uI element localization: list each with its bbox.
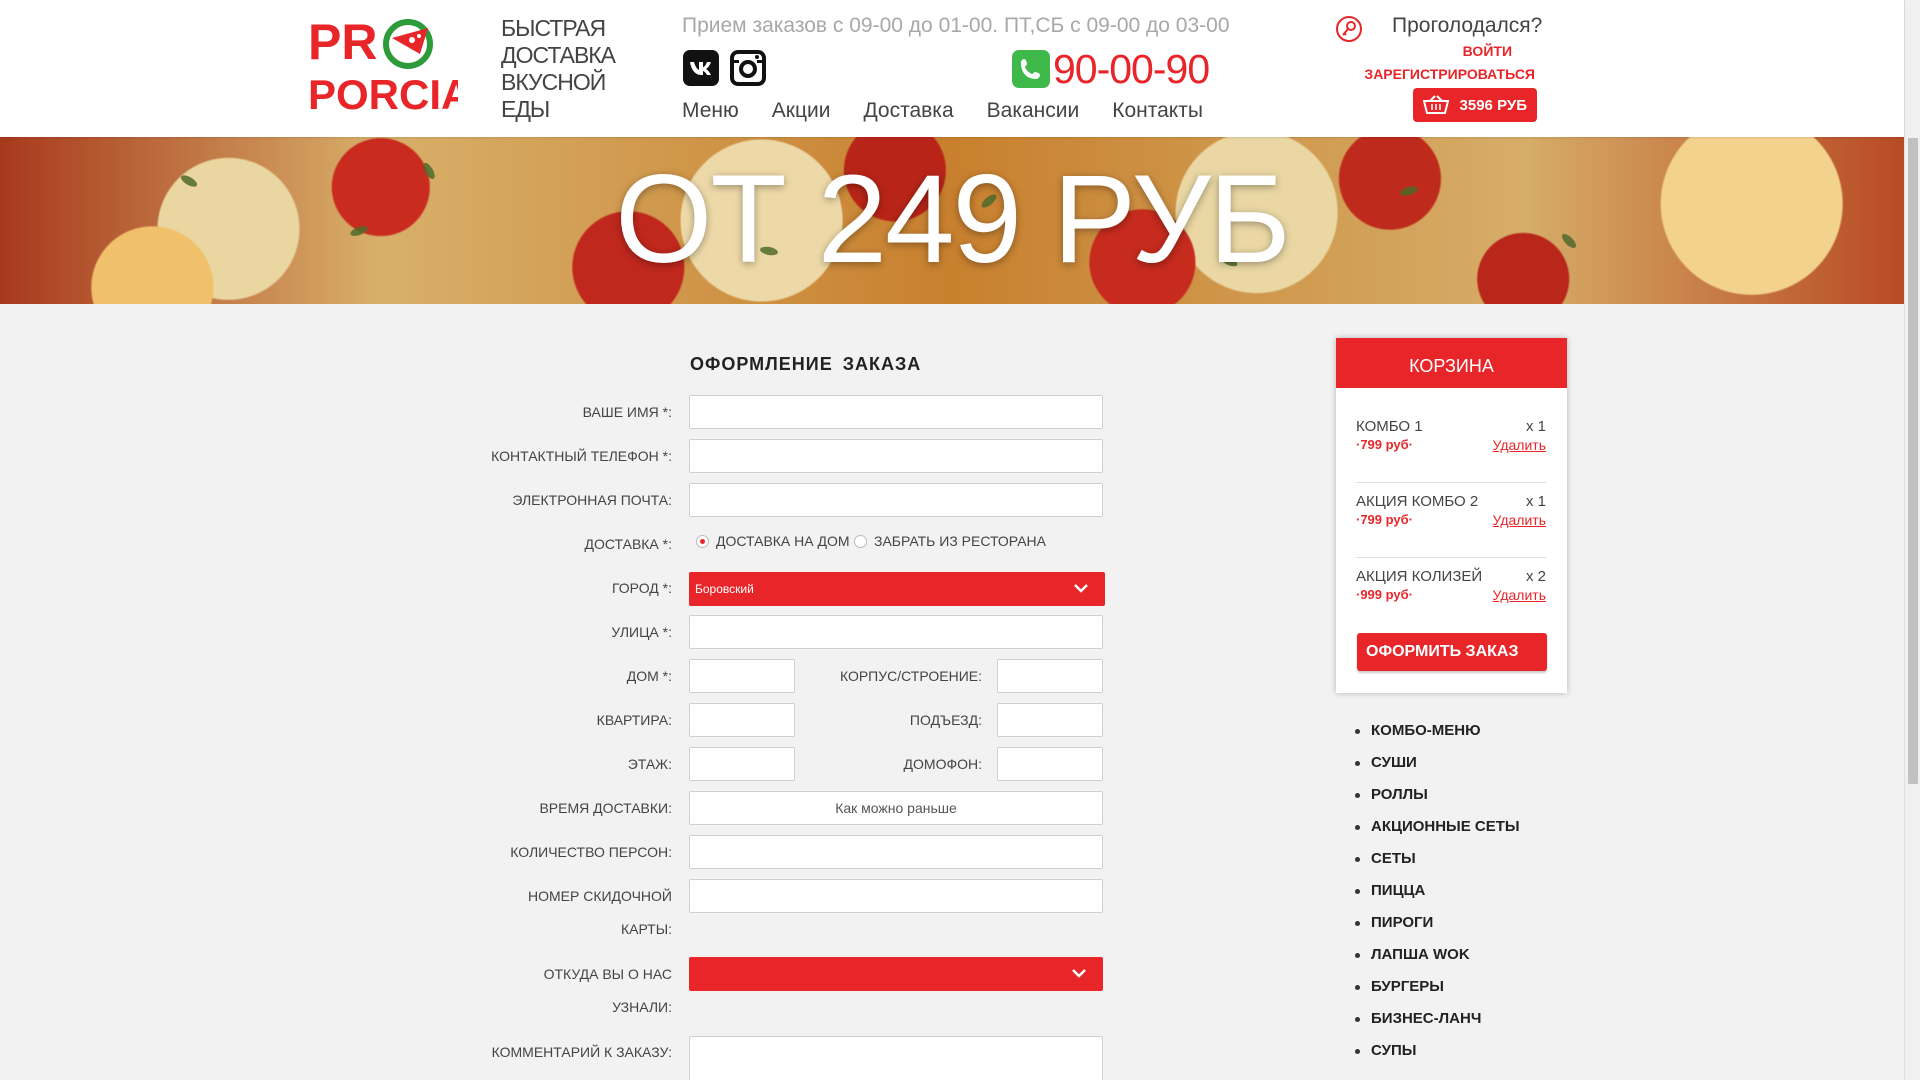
cart-item-remove-link[interactable]: Удалить — [1493, 512, 1546, 528]
building-label: КОРПУС/СТРОЕНИЕ: — [839, 668, 982, 684]
vk-icon[interactable] — [683, 50, 719, 86]
apartment-input[interactable] — [689, 703, 795, 737]
main-nav: Меню Акции Доставка Вакансии Контакты — [682, 99, 1236, 123]
persons-label: КОЛИЧЕСТВО ПЕРСОН: — [510, 844, 672, 860]
comment-label: КОММЕНТАРИЙ К ЗАКАЗУ: — [491, 1044, 672, 1060]
floor-label: ЭТАЖ: — [627, 756, 672, 772]
house-label: ДОМ *: — [626, 668, 672, 684]
delivery-time-input[interactable]: Как можно раньше — [689, 791, 1103, 825]
working-hours: Прием заказов с 09-00 до 01-00. ПТ,СБ с … — [682, 14, 1230, 37]
cart-item-price: ·799 руб· — [1356, 437, 1413, 452]
source-label-line2: УЗНАЛИ: — [612, 999, 672, 1015]
cart-item-remove-link[interactable]: Удалить — [1493, 437, 1546, 453]
scrollbar[interactable] — [1904, 0, 1920, 1080]
checkout-button[interactable]: ОФОРМИТЬ ЗАКАЗ — [1357, 633, 1547, 671]
svg-text:PORCIA: PORCIA — [308, 71, 458, 114]
nav-item-delivery[interactable]: Доставка — [863, 99, 953, 123]
logo[interactable]: PR PORCIA — [308, 14, 471, 118]
intercom-input[interactable] — [997, 747, 1103, 781]
street-input[interactable] — [689, 615, 1103, 649]
category-item-pizza[interactable]: ПИЦЦА — [1355, 882, 1520, 914]
category-item-pies[interactable]: ПИРОГИ — [1355, 914, 1520, 946]
persons-input[interactable] — [689, 835, 1103, 869]
city-value: Боровский — [695, 582, 754, 596]
radio-pickup-label[interactable]: ЗАБРАТЬ ИЗ РЕСТОРАНА — [874, 533, 1046, 549]
cart-title: КОРЗИНА — [1336, 338, 1567, 388]
svg-text:PR: PR — [308, 14, 377, 70]
card-label-line2: КАРТЫ: — [620, 921, 672, 937]
site-header: PR PORCIA БЫСТРАЯ ДОСТАВКА ВКУСНОЙ ЕДЫ П… — [0, 0, 1904, 137]
key-icon — [1335, 15, 1363, 43]
scrollbar-thumb[interactable] — [1908, 138, 1918, 784]
name-label: ВАШЕ ИМЯ *: — [582, 404, 672, 420]
cart-panel: КОРЗИНА КОМБО 1 x 1 ·799 руб· Удалить АК… — [1336, 338, 1567, 693]
email-label: ЭЛЕКТРОННАЯ ПОЧТА: — [512, 492, 672, 508]
comment-textarea[interactable] — [689, 1036, 1103, 1080]
phone-input[interactable] — [689, 439, 1103, 473]
cart-total: 3596 РУБ — [1459, 96, 1527, 114]
login-link[interactable]: ВОЙТИ — [1463, 43, 1512, 59]
source-select[interactable] — [689, 957, 1103, 991]
nav-item-menu[interactable]: Меню — [682, 99, 739, 123]
discount-card-input[interactable] — [689, 879, 1103, 913]
tagline: БЫСТРАЯ ДОСТАВКА ВКУСНОЙ ЕДЫ — [501, 15, 616, 122]
city-label: ГОРОД *: — [611, 580, 672, 596]
category-item-wok[interactable]: ЛАПША WOK — [1355, 946, 1520, 978]
time-label: ВРЕМЯ ДОСТАВКИ: — [539, 800, 672, 816]
source-label-line1: ОТКУДА ВЫ О НАС — [543, 966, 672, 982]
category-item-business-lunch[interactable]: БИЗНЕС-ЛАНЧ — [1355, 1010, 1520, 1042]
nav-item-contacts[interactable]: Контакты — [1112, 99, 1203, 123]
basket-icon — [1422, 95, 1450, 115]
email-input[interactable] — [689, 483, 1103, 517]
card-label-line1: НОМЕР СКИДОЧНОЙ — [527, 888, 672, 904]
delivery-label: ДОСТАВКА *: — [584, 536, 673, 552]
apartment-label: КВАРТИРА: — [596, 712, 672, 728]
chevron-down-icon — [1073, 582, 1089, 594]
category-item-promo-sets[interactable]: АКЦИОННЫЕ СЕТЫ — [1355, 818, 1520, 850]
city-select[interactable]: Боровский — [689, 572, 1105, 606]
cart-item-price: ·799 руб· — [1356, 512, 1413, 527]
promo-banner[interactable]: ОТ 249 РУБ — [0, 137, 1904, 304]
cart-item-remove-link[interactable]: Удалить — [1493, 587, 1546, 603]
instagram-icon[interactable] — [730, 50, 766, 86]
nav-item-promotions[interactable]: Акции — [772, 99, 831, 123]
entrance-label: ПОДЪЕЗД: — [909, 712, 982, 728]
divider — [1356, 557, 1546, 558]
category-item-soups[interactable]: СУПЫ — [1355, 1042, 1520, 1074]
cart-item-name: АКЦИЯ КОМБО 2 — [1356, 493, 1479, 510]
phone-label: КОНТАКТНЫЙ ТЕЛЕФОН *: — [491, 448, 672, 464]
chevron-down-icon — [1071, 967, 1087, 979]
cart-item-name: АКЦИЯ КОЛИЗЕЙ — [1356, 568, 1483, 585]
cart-item-price: ·999 руб· — [1356, 587, 1413, 602]
cart-item-name: КОМБО 1 — [1356, 418, 1423, 435]
category-list: КОМБО-МЕНЮ СУШИ РОЛЛЫ АКЦИОННЫЕ СЕТЫ СЕТ… — [1355, 722, 1520, 1074]
radio-delivery-home-label[interactable]: ДОСТАВКА НА ДОМ — [716, 533, 850, 549]
cart-item-qty: x 1 — [1525, 493, 1546, 510]
phone-number[interactable]: 90-00-90 — [1053, 46, 1210, 93]
building-input[interactable] — [997, 659, 1103, 693]
divider — [1356, 482, 1546, 483]
banner-text: ОТ 249 РУБ — [615, 150, 1291, 289]
name-input[interactable] — [689, 395, 1103, 429]
intercom-label: ДОМОФОН: — [903, 756, 982, 772]
header-cart-button[interactable]: 3596 РУБ — [1413, 88, 1537, 122]
register-link[interactable]: ЗАРЕГИСТРИРОВАТЬСЯ — [1364, 66, 1535, 82]
category-item-burgers[interactable]: БУРГЕРЫ — [1355, 978, 1520, 1010]
category-item-sets[interactable]: СЕТЫ — [1355, 850, 1520, 882]
category-item-rolls[interactable]: РОЛЛЫ — [1355, 786, 1520, 818]
house-input[interactable] — [689, 659, 795, 693]
phone-icon — [1012, 50, 1050, 88]
street-label: УЛИЦА *: — [611, 624, 672, 640]
radio-delivery-home[interactable] — [696, 535, 709, 548]
cart-item-qty: x 1 — [1525, 418, 1546, 435]
radio-pickup[interactable] — [854, 535, 867, 548]
nav-item-vacancies[interactable]: Вакансии — [987, 99, 1080, 123]
category-item-sushi[interactable]: СУШИ — [1355, 754, 1520, 786]
floor-input[interactable] — [689, 747, 795, 781]
cart-item-qty: x 2 — [1525, 568, 1546, 585]
category-item-combo[interactable]: КОМБО-МЕНЮ — [1355, 722, 1520, 754]
entrance-input[interactable] — [997, 703, 1103, 737]
form-title: ОФОРМЛЕНИЕ ЗАКАЗА — [690, 354, 922, 374]
hungry-label: Проголодался? — [1392, 14, 1543, 37]
